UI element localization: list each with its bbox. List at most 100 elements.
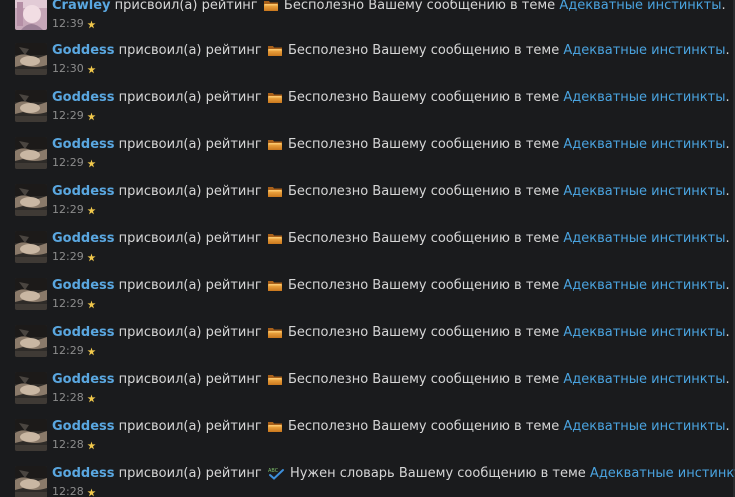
folder-icon: [267, 372, 283, 391]
username-link[interactable]: Crawley: [52, 0, 110, 13]
username-link[interactable]: Goddess: [52, 137, 115, 152]
username-link[interactable]: Goddess: [52, 231, 115, 246]
timestamp: 12:39: [52, 17, 96, 33]
star-icon: [87, 252, 96, 266]
notification-text: Goddess присвоил(а) рейтинг Бесполезно В…: [52, 184, 730, 203]
period: .: [725, 372, 730, 387]
action-text: присвоил(а) рейтинг: [118, 325, 262, 340]
rating-name: Бесполезно: [287, 372, 369, 387]
timestamp: 12:28: [52, 485, 96, 497]
rating-name: Бесполезно: [283, 0, 365, 13]
timestamp-text: 12:28: [52, 485, 84, 497]
thread-link[interactable]: Адекватные инстинкты: [563, 419, 725, 434]
period: .: [725, 231, 730, 246]
goddess-avatar[interactable]: [15, 325, 47, 357]
period: .: [725, 278, 730, 293]
period: .: [725, 137, 730, 152]
period: .: [725, 90, 730, 105]
folder-icon: [267, 137, 283, 156]
goddess-avatar[interactable]: [15, 419, 47, 451]
message-prefix: Вашему сообщению в теме: [372, 43, 560, 58]
message-prefix: Вашему сообщению в теме: [372, 278, 560, 293]
notification-text: Goddess присвоил(а) рейтинг Бесполезно В…: [52, 325, 730, 344]
username-link[interactable]: Goddess: [52, 90, 115, 105]
folder-icon: [267, 184, 283, 203]
thread-link[interactable]: Адекватные инстинкты: [563, 90, 725, 105]
goddess-avatar[interactable]: [15, 231, 47, 263]
folder-icon: [267, 43, 283, 62]
timestamp: 12:29: [52, 344, 96, 360]
timestamp-text: 12:29: [52, 156, 84, 169]
rating-notifications-feed: Crawley присвоил(а) рейтинг Бесполезно В…: [0, 0, 735, 497]
message-prefix: Вашему сообщению в теме: [398, 466, 586, 481]
username-link[interactable]: Goddess: [52, 43, 115, 58]
username-link[interactable]: Goddess: [52, 466, 115, 481]
message-prefix: Вашему сообщению в теме: [368, 0, 556, 13]
goddess-avatar[interactable]: [15, 43, 47, 75]
timestamp-text: 12:29: [52, 344, 84, 357]
action-text: присвоил(а) рейтинг: [118, 184, 262, 199]
thread-link[interactable]: Адекватные инстинкты: [559, 0, 721, 13]
action-text: присвоил(а) рейтинг: [118, 466, 262, 481]
thread-link[interactable]: Адекватные инстинкты: [563, 137, 725, 152]
thread-link[interactable]: Адекватные инстинкты: [590, 466, 735, 481]
username-link[interactable]: Goddess: [52, 325, 115, 340]
rating-name: Бесполезно: [287, 43, 369, 58]
notification-text: Goddess присвоил(а) рейтинг ABC Нужен сл…: [52, 466, 735, 485]
rating-name: Бесполезно: [287, 325, 369, 340]
abc-check-icon: ABC: [267, 466, 285, 485]
action-text: присвоил(а) рейтинг: [118, 278, 262, 293]
goddess-avatar[interactable]: [15, 137, 47, 169]
message-prefix: Вашему сообщению в теме: [372, 90, 560, 105]
username-link[interactable]: Goddess: [52, 419, 115, 434]
folder-icon: [267, 419, 283, 438]
action-text: присвоил(а) рейтинг: [118, 137, 262, 152]
star-icon: [87, 393, 96, 407]
timestamp-text: 12:29: [52, 109, 84, 122]
timestamp: 12:28: [52, 438, 96, 454]
folder-icon: [267, 231, 283, 250]
thread-link[interactable]: Адекватные инстинкты: [563, 43, 725, 58]
folder-icon: [267, 325, 283, 344]
notification-text: Goddess присвоил(а) рейтинг Бесполезно В…: [52, 90, 730, 109]
notification-item: Goddess присвоил(а) рейтинг Бесполезно В…: [0, 184, 730, 231]
username-link[interactable]: Goddess: [52, 184, 115, 199]
notification-item: Goddess присвоил(а) рейтинг Бесполезно В…: [0, 278, 730, 325]
thread-link[interactable]: Адекватные инстинкты: [563, 372, 725, 387]
goddess-avatar[interactable]: [15, 372, 47, 404]
notification-text: Crawley присвоил(а) рейтинг Бесполезно В…: [52, 0, 726, 17]
notification-text: Goddess присвоил(а) рейтинг Бесполезно В…: [52, 419, 730, 438]
folder-icon: [267, 90, 283, 109]
notification-item: Goddess присвоил(а) рейтинг Бесполезно В…: [0, 231, 730, 278]
notification-item: Goddess присвоил(а) рейтинг Бесполезно В…: [0, 372, 730, 419]
thread-link[interactable]: Адекватные инстинкты: [563, 184, 725, 199]
svg-text:ABC: ABC: [268, 468, 279, 474]
period: .: [725, 43, 730, 58]
notification-item: Goddess присвоил(а) рейтинг Бесполезно В…: [0, 43, 730, 90]
goddess-avatar[interactable]: [15, 278, 47, 310]
timestamp-text: 12:29: [52, 250, 84, 263]
thread-link[interactable]: Адекватные инстинкты: [563, 325, 725, 340]
thread-link[interactable]: Адекватные инстинкты: [563, 231, 725, 246]
goddess-avatar[interactable]: [15, 90, 47, 122]
star-icon: [87, 111, 96, 125]
notification-item: Goddess присвоил(а) рейтинг Бесполезно В…: [0, 90, 730, 137]
timestamp: 12:30: [52, 62, 96, 78]
folder-icon: [267, 278, 283, 297]
timestamp-text: 12:28: [52, 438, 84, 451]
goddess-avatar[interactable]: [15, 184, 47, 216]
username-link[interactable]: Goddess: [52, 372, 115, 387]
timestamp: 12:28: [52, 391, 96, 407]
star-icon: [87, 158, 96, 172]
notification-item: Crawley присвоил(а) рейтинг Бесполезно В…: [0, 0, 730, 45]
crawley-avatar[interactable]: [15, 0, 47, 30]
period: .: [721, 0, 726, 13]
timestamp-text: 12:30: [52, 62, 84, 75]
goddess-avatar[interactable]: [15, 466, 47, 497]
username-link[interactable]: Goddess: [52, 278, 115, 293]
notification-text: Goddess присвоил(а) рейтинг Бесполезно В…: [52, 278, 730, 297]
timestamp: 12:29: [52, 297, 96, 313]
timestamp: 12:29: [52, 109, 96, 125]
thread-link[interactable]: Адекватные инстинкты: [563, 278, 725, 293]
timestamp-text: 12:29: [52, 203, 84, 216]
